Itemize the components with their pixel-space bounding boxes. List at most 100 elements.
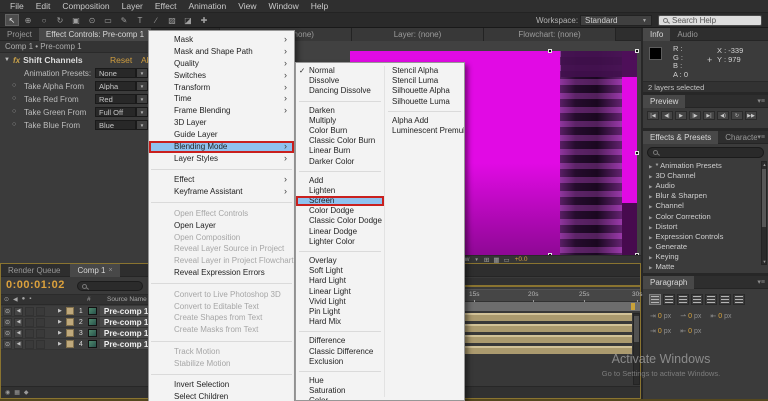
blend-mode-item[interactable]: Color Burn	[296, 126, 384, 136]
solo-cell[interactable]	[25, 317, 34, 327]
zoom-tool[interactable]: ○	[37, 14, 51, 26]
context-menu-item[interactable]: Switches	[149, 70, 294, 82]
blend-mode-item[interactable]: Linear Burn	[296, 146, 384, 156]
blend-mode-item[interactable]: Dissolve	[296, 76, 384, 86]
transform-handle[interactable]	[635, 49, 639, 53]
rotation-tool[interactable]: ↻	[53, 14, 67, 26]
blend-mode-item[interactable]: Hard Mix	[296, 317, 384, 327]
indent-field[interactable]: ⇥ 0 px	[650, 327, 671, 336]
context-menu-item[interactable]: 3D Layer	[149, 117, 294, 129]
twirl-right-icon[interactable]	[649, 242, 652, 251]
layer-name[interactable]: Pre-comp 1	[99, 328, 153, 338]
effects-category-row[interactable]: Blur & Sharpen	[643, 191, 768, 201]
eraser-tool[interactable]: ◪	[181, 14, 195, 26]
lock-cell[interactable]	[36, 306, 45, 316]
graph-editor-icon[interactable]: ▦	[14, 389, 20, 396]
context-menu-item[interactable]: Invert Selection	[149, 379, 294, 391]
info-tab[interactable]: Audio	[670, 28, 704, 41]
blend-mode-item[interactable]: Luminescent Premul	[385, 126, 464, 136]
context-menu-item[interactable]: Reveal Expression Errors	[149, 267, 294, 279]
eye-icon[interactable]	[3, 317, 12, 327]
lock-cell[interactable]	[36, 328, 45, 338]
menu-bar-item[interactable]: File	[4, 0, 30, 13]
scrollbar[interactable]: ▲ ▼	[761, 161, 767, 265]
twirl-right-icon[interactable]	[649, 252, 652, 261]
tab-effects-presets[interactable]: Effects & Presets	[643, 130, 719, 144]
blend-mode-item[interactable]: Linear Dodge	[296, 227, 384, 237]
twirl-down-icon[interactable]: ▼	[4, 57, 10, 63]
blend-mode-item[interactable]: Stencil Luma	[385, 76, 464, 86]
effects-category-row[interactable]: Distort	[643, 221, 768, 231]
effects-category-row[interactable]: Channel	[643, 201, 768, 211]
lock-cell[interactable]	[36, 339, 45, 349]
timeline-search-input[interactable]	[77, 281, 143, 291]
ram-preview-button[interactable]: ▶▶	[745, 111, 757, 120]
blend-mode-item[interactable]: Normal	[296, 66, 384, 76]
property-dropdown[interactable]: Alpha	[95, 81, 136, 91]
eye-icon[interactable]	[3, 306, 12, 316]
chevron-down-icon[interactable]	[136, 94, 148, 104]
justify-last-left-button[interactable]	[691, 294, 703, 305]
layer-name[interactable]: Pre-comp 1	[99, 317, 153, 327]
blend-mode-item[interactable]: Linear Light	[296, 287, 384, 297]
label-color-swatch[interactable]	[65, 340, 74, 348]
vertical-scrollbar[interactable]	[633, 313, 640, 385]
align-right-button[interactable]	[677, 294, 689, 305]
timeline-tab[interactable]: Comp 1 ×	[70, 263, 120, 277]
effects-category-row[interactable]: Matte	[643, 262, 768, 272]
panel-menu-icon[interactable]: ▾≡	[757, 278, 765, 286]
first-frame-button[interactable]: |◀	[647, 111, 659, 120]
chevron-down-icon[interactable]	[136, 107, 148, 117]
eye-icon[interactable]	[3, 328, 12, 338]
reset-link[interactable]: Reset	[110, 55, 132, 65]
brush-tool[interactable]: ∕	[149, 14, 163, 26]
effects-category-row[interactable]: 3D Channel	[643, 170, 768, 180]
effects-category-row[interactable]: Generate	[643, 242, 768, 252]
timeline-tab[interactable]: Render Queue	[1, 264, 70, 277]
blend-mode-item[interactable]: Classic Color Dodge	[296, 216, 384, 226]
menu-bar-item[interactable]: Animation	[182, 0, 232, 13]
twirl-right-icon[interactable]	[649, 181, 652, 190]
tab-project[interactable]: Project	[0, 28, 39, 41]
viewer-tab[interactable]: Layer: (none)	[352, 27, 484, 41]
label-color-swatch[interactable]	[65, 329, 74, 337]
effects-category-row[interactable]: Expression Controls	[643, 231, 768, 241]
audio-icon[interactable]	[14, 306, 23, 316]
audio-toggle-button[interactable]: ◀)	[717, 111, 729, 120]
last-frame-button[interactable]: ▶|	[703, 111, 715, 120]
twirl-right-icon[interactable]: ▶	[58, 319, 62, 325]
context-menu-item[interactable]: Mask and Shape Path	[149, 46, 294, 58]
blend-mode-item[interactable]: Darker Color	[296, 157, 384, 167]
blend-mode-item[interactable]: Classic Difference	[296, 347, 384, 357]
blend-mode-item[interactable]: Saturation	[296, 386, 384, 396]
effects-category-row[interactable]: Keying	[643, 252, 768, 262]
align-left-button[interactable]	[649, 294, 661, 305]
twirl-right-icon[interactable]: ▶	[58, 308, 62, 314]
work-area-bar[interactable]	[456, 302, 640, 311]
effects-category-row[interactable]: * Animation Presets	[643, 160, 768, 170]
solo-cell[interactable]	[25, 306, 34, 316]
blend-mode-item[interactable]: Soft Light	[296, 266, 384, 276]
indent-field[interactable]: ⇥ 0 px	[650, 312, 671, 321]
info-tab[interactable]: Info	[643, 27, 671, 41]
layer-name[interactable]: Pre-comp 1	[99, 306, 153, 316]
context-menu-item[interactable]: Quality	[149, 58, 294, 70]
tab-character[interactable]: Character	[718, 131, 757, 144]
tab-paragraph[interactable]: Paragraph	[643, 275, 695, 289]
twirl-right-icon[interactable]: ▶	[58, 330, 62, 336]
twirl-right-icon[interactable]	[649, 171, 652, 180]
scroll-up-icon[interactable]: ▲	[762, 162, 767, 167]
context-menu-item[interactable]: Mask	[149, 34, 294, 46]
audio-icon[interactable]	[14, 328, 23, 338]
chevron-down-icon[interactable]	[136, 68, 148, 78]
context-menu-item[interactable]: Keyframe Assistant	[149, 186, 294, 198]
effects-category-row[interactable]: Audio	[643, 180, 768, 190]
audio-icon[interactable]	[14, 317, 23, 327]
pan-behind-tool[interactable]: ⊙	[85, 14, 99, 26]
blend-mode-item[interactable]: Pin Light	[296, 307, 384, 317]
blend-mode-item[interactable]: Dancing Dissolve	[296, 86, 384, 96]
layer-duration-bars[interactable]	[456, 313, 632, 356]
blend-mode-item[interactable]: Hue	[296, 376, 384, 386]
label-color-swatch[interactable]	[65, 318, 74, 326]
menu-bar-item[interactable]: Composition	[56, 0, 115, 13]
